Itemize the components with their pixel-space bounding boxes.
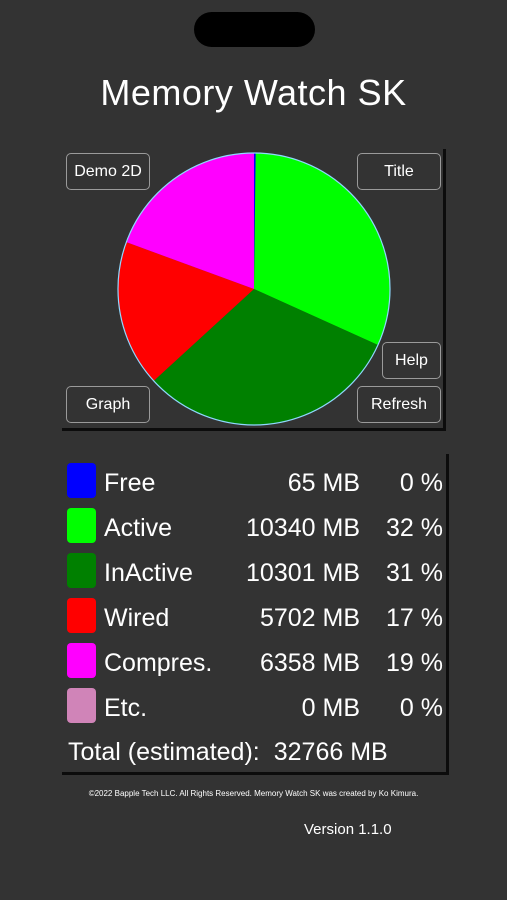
active-label: Active — [104, 514, 173, 542]
etc-percent-value: 0 % — [399, 694, 443, 722]
wired-mb-value: 5702 MB — [259, 604, 360, 632]
app-title: Memory Watch SK — [100, 72, 407, 113]
compressed-label: Compres. — [104, 649, 213, 677]
help-button[interactable]: Help — [382, 342, 441, 379]
wired-percent-value: 17 % — [386, 604, 443, 632]
free-mb-value: 65 MB — [287, 469, 360, 497]
refresh-button[interactable]: Refresh — [357, 386, 441, 423]
etc-color-swatch — [67, 688, 96, 723]
chart-panel: Demo 2D Title Help Graph Refresh — [62, 149, 446, 431]
compressed-mb-value: 6358 MB — [259, 649, 360, 677]
wired-label: Wired — [104, 604, 170, 632]
demo-2d-button[interactable]: Demo 2D — [66, 153, 150, 190]
legend-row-free: Free 65 MB 0 % — [62, 459, 446, 499]
active-mb-value: 10340 MB — [246, 514, 360, 542]
graph-button[interactable]: Graph — [66, 386, 150, 423]
total-memory: Total (estimated): 32766 MB — [68, 738, 388, 767]
legend-row-wired: Wired 5702 MB 17 % — [62, 594, 446, 634]
etc-label: Etc. — [104, 694, 148, 722]
active-percent-value: 32 % — [386, 514, 443, 542]
inactive-percent-value: 31 % — [386, 559, 443, 587]
inactive-color-swatch — [67, 553, 96, 588]
legend-row-etc: Etc. 0 MB 0 % — [62, 684, 446, 724]
compressed-color-swatch — [67, 643, 96, 678]
compressed-percent-value: 19 % — [386, 649, 443, 677]
copyright-text: ©2022 Bapple Tech LLC. All Rights Reserv… — [88, 789, 419, 798]
legend-row-inactive: InActive 10301 MB 31 % — [62, 549, 446, 589]
dynamic-island — [194, 12, 315, 47]
legend-row-compressed: Compres. 6358 MB 19 % — [62, 639, 446, 679]
inactive-mb-value: 10301 MB — [246, 559, 360, 587]
active-color-swatch — [67, 508, 96, 543]
total-label: Total (estimated): — [68, 738, 260, 766]
wired-color-swatch — [67, 598, 96, 633]
version-text: Version 1.1.0 — [304, 821, 392, 838]
legend-row-active: Active 10340 MB 32 % — [62, 504, 446, 544]
app-screen: Memory Watch SK Demo 2D Title Help Graph… — [0, 0, 507, 900]
total-value: 32766 MB — [273, 738, 388, 766]
free-color-swatch — [67, 463, 96, 498]
etc-mb-value: 0 MB — [301, 694, 360, 722]
title-button[interactable]: Title — [357, 153, 441, 190]
free-label: Free — [104, 469, 156, 497]
inactive-label: InActive — [104, 559, 193, 587]
memory-legend-table: Free 65 MB 0 % Active 10340 MB 32 % InAc… — [62, 454, 449, 775]
free-percent-value: 0 % — [399, 469, 443, 497]
